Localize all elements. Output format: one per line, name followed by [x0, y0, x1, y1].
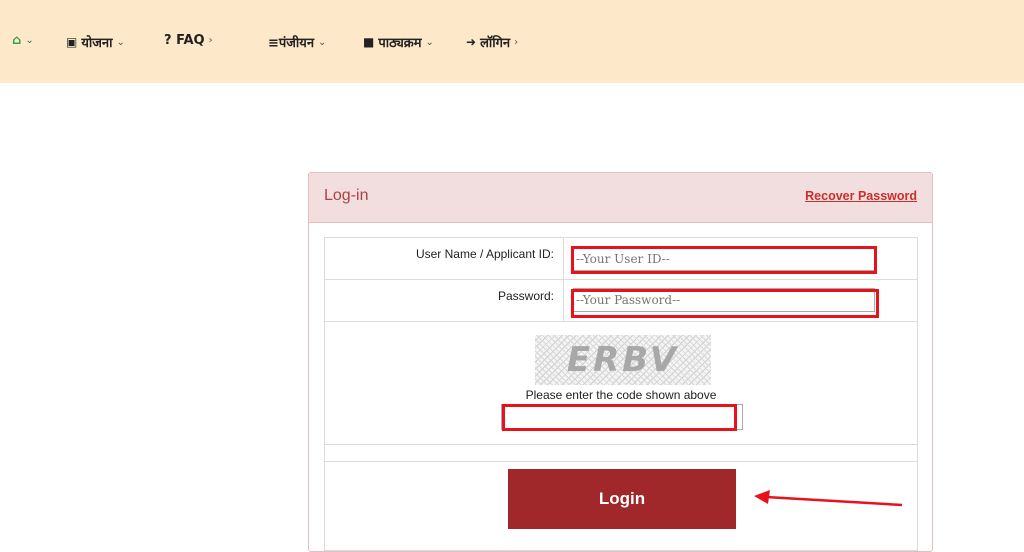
top-nav: ⌂ ⌄ ▣ योजना ⌄ ? FAQ › ≡पंजीयन ⌄ ■ पाठ्यक… — [0, 0, 1024, 83]
cube-icon: ▣ — [66, 35, 78, 49]
captcha-code: ERBV — [566, 340, 680, 380]
username-input[interactable] — [573, 247, 875, 271]
form-spacer — [325, 445, 917, 462]
chevron-down-icon: ⌄ — [116, 36, 125, 48]
chevron-right-icon: › — [514, 36, 519, 48]
password-row: Password: — [325, 280, 917, 322]
nav-yojana[interactable]: ▣ योजना ⌄ — [66, 33, 125, 51]
chevron-down-icon: ⌄ — [425, 36, 434, 48]
captcha-input[interactable] — [501, 404, 743, 430]
username-row: User Name / Applicant ID: — [325, 238, 917, 280]
panel-title: Log-in — [324, 187, 369, 204]
sign-in-icon: ➜ — [466, 35, 477, 49]
nav-login[interactable]: ➜ लॉगिन › — [466, 33, 518, 51]
home-icon: ⌂ — [12, 33, 22, 48]
nav-faq[interactable]: ? FAQ › — [164, 33, 213, 48]
login-button[interactable]: Login — [508, 469, 736, 529]
nav-faq-label: ? FAQ — [164, 33, 205, 48]
username-cell — [564, 238, 917, 279]
nav-registration[interactable]: ≡पंजीयन ⌄ — [268, 33, 326, 51]
nav-login-label: लॉगिन — [480, 36, 511, 51]
captcha-row: ERBV Please enter the code shown above — [325, 322, 917, 445]
recover-password-link[interactable]: Recover Password — [805, 189, 917, 203]
nav-home[interactable]: ⌂ ⌄ — [12, 33, 34, 48]
captcha-hint: Please enter the code shown above — [525, 388, 717, 402]
nav-yojana-label: योजना — [81, 36, 113, 51]
pointer-arrow-icon — [754, 490, 903, 507]
chevron-down-icon: ⌄ — [318, 36, 327, 48]
nav-syllabus[interactable]: ■ पाठ्यक्रम ⌄ — [363, 33, 434, 51]
captcha-image: ERBV — [535, 335, 711, 385]
username-label: User Name / Applicant ID: — [325, 238, 564, 279]
panel-header: Log-in Recover Password — [309, 173, 932, 223]
password-label: Password: — [325, 280, 564, 321]
chevron-down-icon: ⌄ — [25, 35, 34, 46]
nav-registration-label: ≡पंजीयन — [268, 36, 315, 51]
chevron-right-icon: › — [208, 35, 213, 46]
nav-syllabus-label: पाठ्यक्रम — [378, 36, 422, 51]
password-input[interactable] — [573, 288, 875, 312]
password-cell — [564, 280, 917, 321]
book-icon: ■ — [363, 35, 375, 49]
